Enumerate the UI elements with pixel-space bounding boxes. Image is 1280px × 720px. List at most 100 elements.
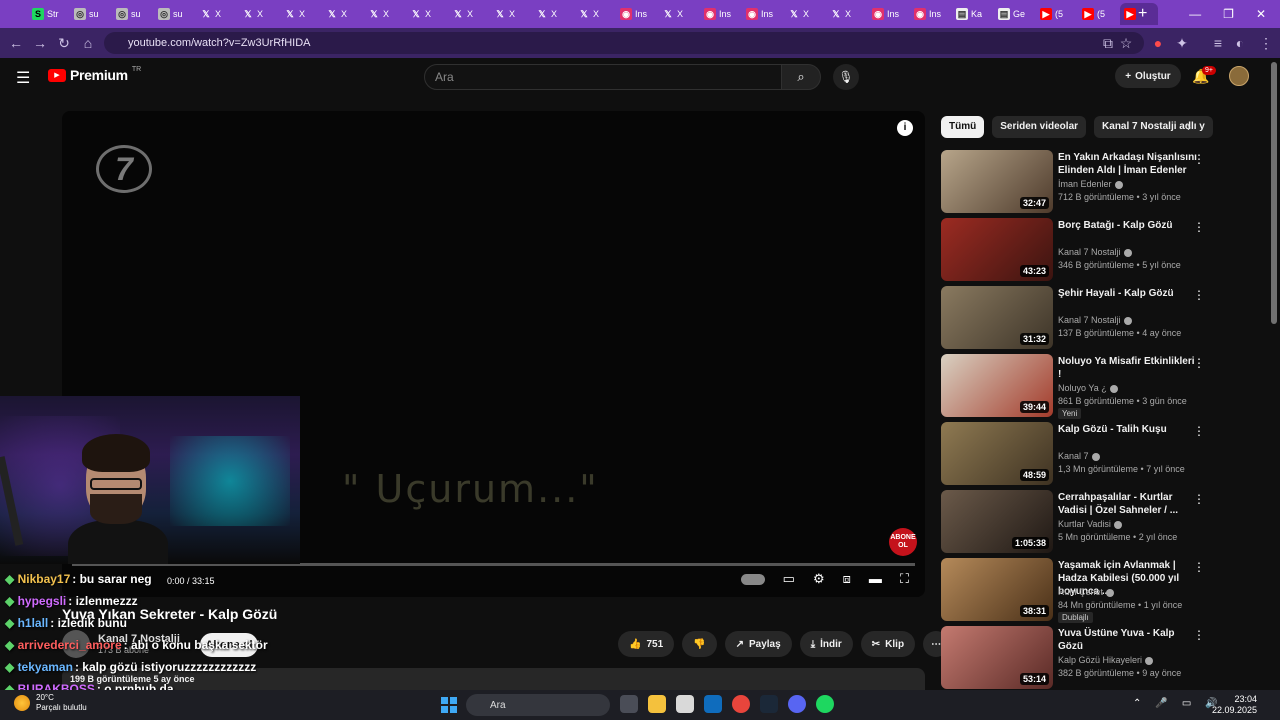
download-button[interactable]: ⤓ İndir (799, 631, 853, 657)
video-thumbnail[interactable]: 38:31 (941, 558, 1053, 621)
video-title[interactable]: Borç Batağı - Kalp Gözü (1058, 219, 1198, 232)
browser-tab[interactable]: ◎ su (70, 3, 110, 25)
tray-mic-icon[interactable]: 🎤 (1155, 698, 1167, 709)
video-channel[interactable]: Kalp Gözü Hikayeleri (1058, 655, 1142, 665)
browser-tab[interactable]: 𝕏X (490, 3, 530, 25)
taskbar-search[interactable]: Ara (466, 694, 610, 716)
media-control-icon[interactable]: ≡ (1206, 35, 1230, 51)
like-button[interactable]: 👍 751 (618, 631, 675, 657)
video-thumbnail[interactable]: 39:44 (941, 354, 1053, 417)
more-vertical-icon[interactable]: ⋮ (1193, 560, 1205, 574)
browser-tab[interactable]: 𝕏X (406, 3, 446, 25)
video-thumbnail[interactable]: 43:23 (941, 218, 1053, 281)
windows-start-icon[interactable] (441, 697, 457, 713)
account-avatar[interactable] (1229, 66, 1249, 86)
theater-mode-icon[interactable]: ▬ (869, 571, 882, 587)
video-title[interactable]: Şehir Hayali - Kalp Gözü (1058, 287, 1198, 300)
chrome-icon[interactable] (732, 695, 750, 713)
browser-tab[interactable]: 𝕏X (322, 3, 362, 25)
video-channel[interactable]: Kanal 7 Nostalji (1058, 247, 1121, 257)
url-field[interactable]: youtube.com/watch?v=Zw3UrRfHIDA (104, 32, 1144, 54)
browser-tab[interactable]: ◉ Ins (910, 3, 950, 25)
search-button[interactable]: ⌕ (781, 64, 821, 90)
tray-network-icon[interactable]: ▭ (1182, 698, 1191, 709)
hamburger-menu-icon[interactable]: ☰ (16, 68, 30, 88)
video-thumbnail[interactable]: 31:32 (941, 286, 1053, 349)
recommended-video[interactable]: 53:14 Yuva Üstüne Yuva - Kalp Gözü Kalp Gö… (941, 626, 1211, 694)
browser-tab[interactable]: ◉ Ins (700, 3, 740, 25)
minimize-icon[interactable]: — (1189, 7, 1201, 21)
more-vertical-icon[interactable]: ⋮ (1193, 288, 1205, 302)
video-channel[interactable]: Kanal 7 (1058, 451, 1089, 461)
home-icon[interactable]: ⌂ (76, 35, 100, 51)
video-channel[interactable]: İman Edenler (1058, 179, 1112, 189)
recommended-video[interactable]: 48:59 Kalp Gözü - Talih Kuşu Kanal 7 1,3 Mn… (941, 422, 1211, 490)
fullscreen-icon[interactable]: ⛶ (900, 571, 909, 587)
browser-tab[interactable]: 𝕏X (826, 3, 866, 25)
search-input[interactable]: Ara (424, 64, 782, 90)
autoplay-toggle[interactable] (740, 574, 765, 585)
browser-tab[interactable]: ◉ Ins (616, 3, 656, 25)
store-icon[interactable] (676, 695, 694, 713)
video-title[interactable]: En Yakın Arkadaşı Nişanlısını Elinden Al… (1058, 151, 1198, 177)
video-title[interactable]: Kalp Gözü - Talih Kuşu (1058, 423, 1198, 436)
more-vertical-icon[interactable]: ⋮ (1193, 492, 1205, 506)
miniplayer-icon[interactable]: ⧈ (843, 571, 851, 587)
filter-chip[interactable]: Kanal 7 Nostalji adlı y (1094, 116, 1213, 138)
browser-tab[interactable]: 𝕏X (448, 3, 488, 25)
browser-menu-icon[interactable]: ⋮ (1254, 35, 1278, 52)
file-explorer-icon[interactable] (648, 695, 666, 713)
filter-chip[interactable]: Tümü (941, 116, 985, 138)
video-thumbnail[interactable]: 53:14 (941, 626, 1053, 689)
browser-tab[interactable]: ▤ Ge (994, 3, 1034, 25)
subscribe-watermark[interactable]: ABONE OL (889, 528, 917, 556)
browser-tab[interactable]: ◎ su (154, 3, 194, 25)
discord-icon[interactable] (788, 695, 806, 713)
outlook-icon[interactable] (704, 695, 722, 713)
browser-tab[interactable]: 𝕏X (574, 3, 614, 25)
browser-tab[interactable]: ◉ Ins (868, 3, 908, 25)
browser-tab[interactable]: 𝕏X (280, 3, 320, 25)
chevron-right-icon[interactable]: › (1187, 120, 1191, 134)
video-thumbnail[interactable]: 32:47 (941, 150, 1053, 213)
video-channel[interactable]: Kanal 7 Nostalji (1058, 315, 1121, 325)
recommended-video[interactable]: 31:32 Şehir Hayali - Kalp Gözü Kanal 7 Nos… (941, 286, 1211, 354)
tray-chevron-icon[interactable]: ⌃ (1133, 698, 1141, 709)
taskbar-clock[interactable]: 23:04 22.09.2025 (1212, 694, 1257, 716)
browser-tab[interactable]: ◎ su (112, 3, 152, 25)
back-icon[interactable]: ← (4, 35, 28, 51)
video-title[interactable]: Cerrahpaşalılar - Kurtlar Vadisi | Özel … (1058, 491, 1198, 517)
browser-tab[interactable]: ▶ (5 (1036, 3, 1076, 25)
filter-chip[interactable]: Seriden videolar (992, 116, 1087, 138)
reload-icon[interactable]: ↻ (52, 35, 76, 52)
recommended-video[interactable]: 38:31 Yaşamak için Avlanmak | Hadza Kabil… (941, 558, 1211, 626)
browser-tab[interactable]: 𝕏X (364, 3, 404, 25)
video-title[interactable]: Yuva Üstüne Yuva - Kalp Gözü (1058, 627, 1198, 653)
info-icon[interactable]: i (897, 120, 913, 136)
new-tab-button[interactable]: + (1138, 5, 1147, 23)
share-button[interactable]: ↗ Paylaş (724, 631, 792, 657)
video-channel[interactable]: Ruhi Çenet (1058, 587, 1103, 597)
video-thumbnail[interactable]: 1:05:38 (941, 490, 1053, 553)
voice-search-button[interactable]: 🎙 (833, 64, 859, 90)
browser-tab[interactable]: 𝕏X (658, 3, 698, 25)
more-vertical-icon[interactable]: ⋮ (1193, 152, 1205, 166)
more-vertical-icon[interactable]: ⋮ (1193, 628, 1205, 642)
browser-tab[interactable]: 𝕏X (532, 3, 572, 25)
page-scrollbar[interactable] (1271, 62, 1277, 324)
maximize-icon[interactable]: ❐ (1223, 7, 1234, 21)
clip-button[interactable]: ✂ Klip (860, 631, 916, 657)
browser-tab[interactable]: S Str (28, 3, 68, 25)
recommended-video[interactable]: 32:47 En Yakın Arkadaşı Nişanlısını Elind… (941, 150, 1211, 218)
subtitles-icon[interactable]: ▭ (783, 571, 795, 587)
youtube-premium-logo[interactable]: ▶ Premium TR (48, 66, 141, 83)
more-vertical-icon[interactable]: ⋮ (1193, 356, 1205, 370)
settings-gear-icon[interactable]: ⚙ (813, 571, 825, 587)
browser-tab[interactable]: ▶ (5 (1078, 3, 1118, 25)
spotify-icon[interactable] (816, 695, 834, 713)
browser-tab[interactable]: ◉ Ins (742, 3, 782, 25)
recommended-video[interactable]: 43:23 Borç Batağı - Kalp Gözü Kanal 7 Nost… (941, 218, 1211, 286)
forward-icon[interactable]: → (28, 35, 52, 51)
browser-tab[interactable]: 𝕏X (784, 3, 824, 25)
close-window-icon[interactable]: ✕ (1256, 7, 1266, 21)
